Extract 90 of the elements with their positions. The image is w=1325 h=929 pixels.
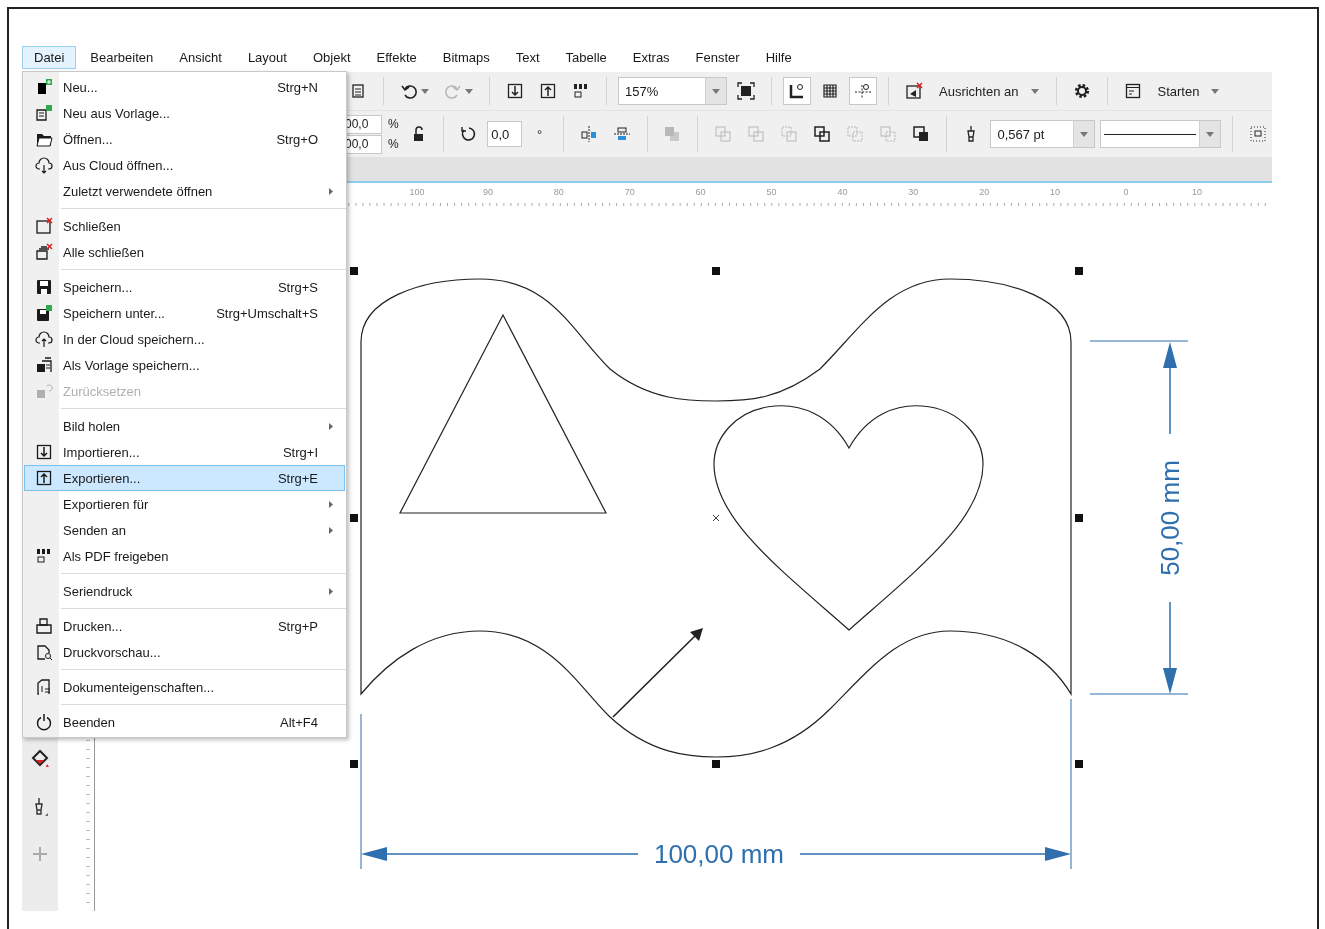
menu-bar-item[interactable]: Bearbeiten (78, 45, 166, 69)
unit-label: % (388, 137, 399, 151)
ruler-label: 30 (908, 187, 919, 197)
menu-bar-item[interactable]: Effekte (364, 45, 429, 69)
menu-bar-item[interactable]: Datei (22, 45, 77, 69)
ruler-label: 10 (1050, 187, 1061, 197)
undo-icon (400, 82, 418, 100)
menu-item[interactable]: Druckvorschau... (24, 639, 345, 665)
ruler-label: 80 (553, 187, 564, 197)
ruler-label: 70 (624, 187, 635, 197)
menu-item[interactable]: Neu aus Vorlage... (24, 100, 345, 126)
selection-handle[interactable] (712, 760, 720, 768)
menu-bar-item[interactable]: Fenster (683, 45, 752, 69)
menu-item[interactable]: Speichern unter... Strg+Umschalt+S (24, 300, 345, 326)
menu-item[interactable]: Neu... Strg+N (24, 74, 345, 100)
redo-icon (444, 82, 462, 100)
caret-icon (1211, 88, 1220, 94)
selection-handle[interactable] (1075, 267, 1083, 275)
printer-icon (35, 617, 53, 635)
menu-item[interactable]: Schließen (24, 213, 345, 239)
menu-item[interactable]: Als PDF freigeben (24, 543, 345, 569)
menu-item[interactable]: Beenden Alt+F4 (24, 709, 345, 735)
menu-bar-item[interactable]: Hilfe (753, 45, 804, 69)
ruler-label: 0 (1123, 187, 1129, 197)
ruler-label: 60 (695, 187, 706, 197)
dropdown-button[interactable]: Ausrichten an (933, 79, 1045, 103)
menu-bar-item[interactable]: Bitmaps (430, 45, 502, 69)
close-all-icon (35, 243, 53, 261)
dimension-label: 100,00 mm (653, 839, 785, 869)
selection-handle[interactable] (350, 514, 358, 522)
selection-handle[interactable] (350, 760, 358, 768)
combo-field[interactable]: 0,567 pt (990, 120, 1096, 148)
menu-item[interactable]: Exportieren für (24, 491, 345, 517)
new-document-icon (35, 78, 53, 96)
menu-bar-item[interactable]: Text (503, 45, 552, 69)
close-document-icon (35, 217, 53, 235)
caret-icon (421, 88, 429, 94)
cloud-download-icon (35, 156, 53, 174)
power-icon (35, 713, 53, 731)
menu-bar-item[interactable]: Objekt (300, 45, 363, 69)
ruler-label: 20 (979, 187, 990, 197)
ruler-label: 10 (1191, 187, 1202, 197)
angle-field[interactable]: 0,0 (487, 121, 522, 147)
import-icon (35, 443, 53, 461)
selection-handle[interactable] (1075, 514, 1083, 522)
ruler-label: 40 (837, 187, 848, 197)
ruler-icon[interactable] (783, 77, 811, 105)
menu-bar-item[interactable]: Layout (235, 45, 299, 69)
menu-item[interactable]: Senden an (24, 517, 345, 543)
caret-icon (712, 88, 720, 94)
cloud-upload-icon (35, 330, 53, 348)
menu-item[interactable]: Öffnen... Strg+O (24, 126, 345, 152)
print-preview-icon (35, 643, 53, 661)
menu-bar-item[interactable]: Tabelle (553, 45, 619, 69)
save-as-icon (35, 304, 53, 322)
ruler-label: 50 (766, 187, 777, 197)
menu-item[interactable]: Aus Cloud öffnen... (24, 152, 345, 178)
ruler-label: 100 (409, 187, 425, 197)
guides-icon[interactable] (849, 77, 877, 105)
menu-item[interactable]: Dokumenteigenschaften... (24, 674, 345, 700)
menu-item[interactable]: Als Vorlage speichern... (24, 352, 345, 378)
caret-icon (1080, 131, 1089, 137)
menu-item[interactable]: In der Cloud speichern... (24, 326, 345, 352)
unit-label: ° (535, 126, 544, 142)
caret-icon (465, 88, 473, 94)
line-style-dropdown[interactable] (1100, 120, 1222, 148)
menu-item[interactable]: Speichern... Strg+S (24, 274, 345, 300)
selection-handle[interactable] (350, 267, 358, 275)
menu-item[interactable]: Zuletzt verwendete öffnen (24, 178, 345, 204)
dropdown-button[interactable]: Starten (1151, 79, 1226, 103)
caret-icon (1206, 131, 1215, 137)
save-icon (35, 278, 53, 296)
combo-field[interactable]: 157% (618, 77, 727, 105)
menu-item[interactable]: Alle schließen (24, 239, 345, 265)
ruler-label: 90 (482, 187, 493, 197)
export-icon (35, 469, 53, 487)
unit-label: % (388, 117, 399, 131)
selection-handle[interactable] (1075, 760, 1083, 768)
menu-bar-item[interactable]: Extras (620, 45, 682, 69)
menu-item[interactable]: Seriendruck (24, 578, 345, 604)
menu-item[interactable]: Drucken... Strg+P (24, 613, 345, 639)
center-mark (712, 514, 720, 522)
menu-bar-item[interactable]: Ansicht (167, 45, 234, 69)
menu-item[interactable]: Exportieren... Strg+E (24, 465, 345, 491)
dimension-label: 50,00 mm (1155, 460, 1185, 576)
menu-item[interactable]: Bild holen (24, 413, 345, 439)
menu-item[interactable]: Importieren... Strg+I (24, 439, 345, 465)
template-icon (35, 104, 53, 122)
caret-icon (1030, 88, 1039, 94)
selection-handle[interactable] (712, 267, 720, 275)
